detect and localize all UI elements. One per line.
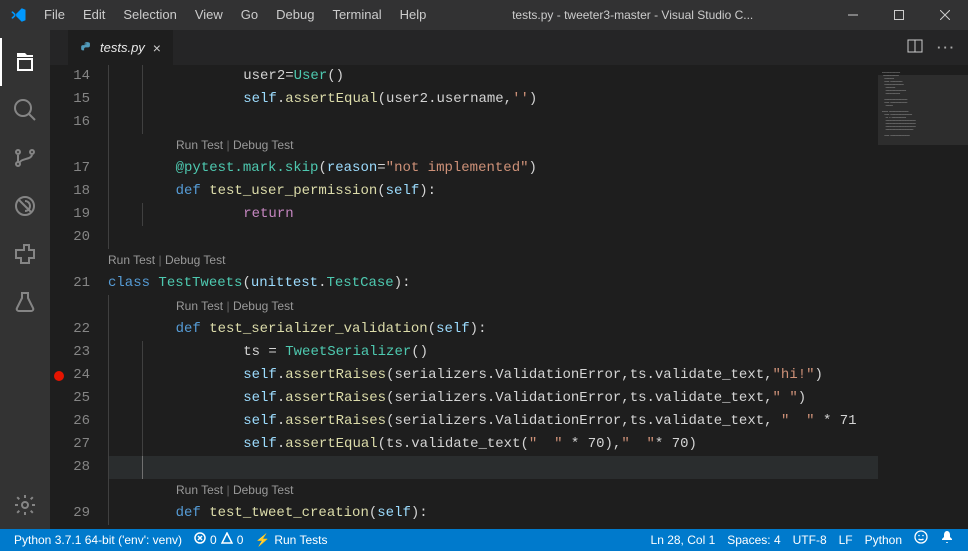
- window-title: tests.py - tweeter3-master - Visual Stud…: [435, 8, 830, 22]
- minimap[interactable]: ▬▬▬▬▬▬▬▬▬▬▬▬▬▬▬ ▬▬▬▬▬▬▬▬▬▬▬▬▬ ▬▬▬▬▬▬▬▬ ▬…: [878, 65, 968, 529]
- bell-icon: [940, 529, 954, 551]
- activity-debug[interactable]: [0, 182, 50, 230]
- codelens-debug-test[interactable]: Debug Test: [233, 483, 294, 497]
- maximize-button[interactable]: [876, 0, 922, 30]
- status-line-col[interactable]: Ln 28, Col 1: [645, 529, 722, 551]
- editor-column: tests.py × ···: [50, 30, 968, 529]
- activity-explorer[interactable]: [0, 38, 50, 86]
- codelens-run-test[interactable]: Run Test: [176, 299, 223, 313]
- editor-body[interactable]: 14 15 16 17 18 19 20 21 22 23 24 25 26 2…: [50, 65, 968, 529]
- status-python-interpreter[interactable]: Python 3.7.1 64-bit ('env': venv): [8, 529, 188, 551]
- editor-actions: ···: [907, 38, 968, 57]
- menu-go[interactable]: Go: [232, 0, 267, 30]
- status-indent[interactable]: Spaces: 4: [721, 529, 786, 551]
- activity-source-control[interactable]: [0, 134, 50, 182]
- status-language[interactable]: Python: [859, 529, 908, 551]
- split-editor-icon[interactable]: [907, 38, 923, 57]
- activity-settings[interactable]: [0, 481, 50, 529]
- status-eol[interactable]: LF: [833, 529, 859, 551]
- lightning-icon: ⚡: [255, 529, 270, 551]
- codelens-debug-test[interactable]: Debug Test: [233, 299, 294, 313]
- status-notifications[interactable]: [934, 529, 960, 551]
- python-file-icon: [80, 41, 94, 55]
- codelens-debug-test[interactable]: Debug Test: [233, 138, 294, 152]
- status-run-tests[interactable]: ⚡ Run Tests: [249, 529, 333, 551]
- menu-edit[interactable]: Edit: [74, 0, 114, 30]
- more-actions-icon[interactable]: ···: [937, 40, 956, 55]
- menu-help[interactable]: Help: [391, 0, 436, 30]
- menu-terminal[interactable]: Terminal: [323, 0, 390, 30]
- editor-tabs: tests.py × ···: [50, 30, 968, 65]
- smiley-icon: [914, 529, 928, 551]
- menu-view[interactable]: View: [186, 0, 232, 30]
- codelens-run-test[interactable]: Run Test: [176, 483, 223, 497]
- breakpoint-gutter[interactable]: [50, 65, 68, 529]
- menu-bar: File Edit Selection View Go Debug Termin…: [35, 0, 435, 30]
- line-numbers: 14 15 16 17 18 19 20 21 22 23 24 25 26 2…: [68, 65, 108, 529]
- code-area[interactable]: user2=User() self.assertEqual(user2.user…: [108, 65, 878, 529]
- error-icon: [194, 529, 206, 551]
- menu-selection[interactable]: Selection: [114, 0, 185, 30]
- tab-tests-py[interactable]: tests.py ×: [68, 30, 174, 65]
- main-area: tests.py × ···: [0, 30, 968, 529]
- status-feedback[interactable]: [908, 529, 934, 551]
- breakpoint-line-24[interactable]: [50, 364, 68, 387]
- minimize-button[interactable]: [830, 0, 876, 30]
- codelens-debug-test[interactable]: Debug Test: [165, 253, 226, 267]
- minimap-slider[interactable]: [878, 75, 968, 145]
- activity-extensions[interactable]: [0, 230, 50, 278]
- warning-icon: [221, 529, 233, 551]
- status-encoding[interactable]: UTF-8: [787, 529, 833, 551]
- codelens-run-test[interactable]: Run Test: [176, 138, 223, 152]
- status-bar: Python 3.7.1 64-bit ('env': venv) 0 0 ⚡ …: [0, 529, 968, 551]
- menu-debug[interactable]: Debug: [267, 0, 323, 30]
- tab-close-button[interactable]: ×: [151, 39, 163, 57]
- window-controls: [830, 0, 968, 30]
- vscode-logo-icon: [0, 6, 35, 24]
- breakpoint-dot-icon: [54, 371, 64, 381]
- current-line: [108, 456, 878, 479]
- titlebar: File Edit Selection View Go Debug Termin…: [0, 0, 968, 30]
- activity-test[interactable]: [0, 278, 50, 326]
- tab-label: tests.py: [100, 40, 145, 55]
- activity-search[interactable]: [0, 86, 50, 134]
- codelens-run-test[interactable]: Run Test: [108, 253, 155, 267]
- close-button[interactable]: [922, 0, 968, 30]
- activity-bar: [0, 30, 50, 529]
- status-problems[interactable]: 0 0: [188, 529, 249, 551]
- menu-file[interactable]: File: [35, 0, 74, 30]
